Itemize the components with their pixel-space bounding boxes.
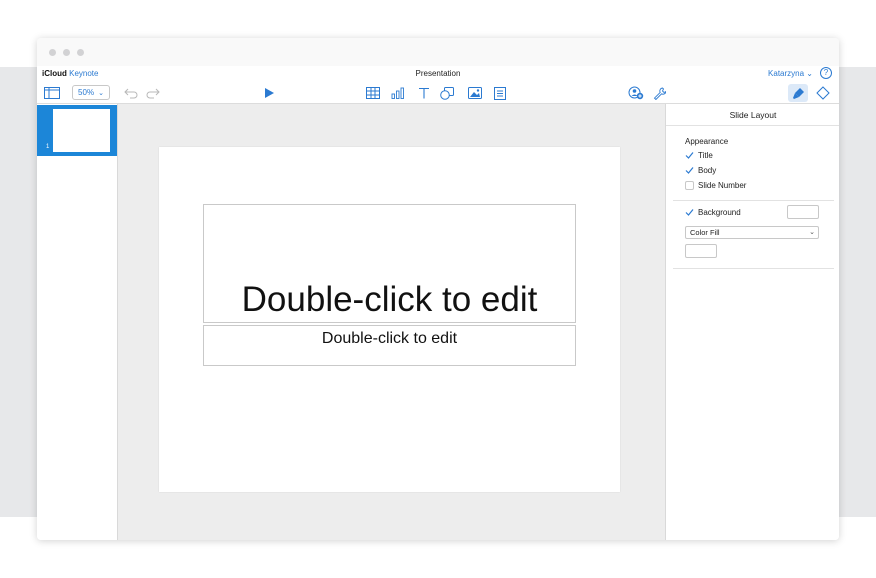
title-option-label: Title	[698, 151, 713, 160]
title-option[interactable]: Title	[685, 151, 713, 160]
redo-icon	[146, 88, 160, 99]
window-controls	[49, 49, 84, 56]
chevron-down-icon: ⌄	[98, 89, 104, 97]
chevron-down-icon: ⌄	[806, 69, 813, 78]
animate-button[interactable]	[814, 85, 832, 101]
toolbar: 50% ⌄	[37, 82, 839, 104]
format-button[interactable]	[788, 84, 808, 102]
media-icon	[468, 87, 482, 99]
checkmark-icon	[685, 152, 694, 159]
media-button[interactable]	[467, 85, 483, 101]
window-titlebar	[37, 38, 839, 66]
zoom-value: 50%	[78, 88, 95, 97]
section-divider	[673, 200, 834, 201]
background-option[interactable]: Background	[685, 208, 741, 217]
close-window-button[interactable]	[49, 49, 56, 56]
section-divider	[673, 268, 834, 269]
shape-icon	[440, 86, 454, 100]
app-menubar: iCloud Keynote Presentation Katarzyna ⌄ …	[37, 66, 839, 82]
title-checkbox[interactable]	[685, 151, 694, 160]
undo-button[interactable]	[123, 85, 139, 101]
user-menu[interactable]: Katarzyna ⌄	[768, 69, 813, 78]
redo-button[interactable]	[145, 85, 161, 101]
fill-type-value: Color Fill	[690, 228, 720, 237]
user-name: Katarzyna	[768, 69, 805, 78]
paintbrush-icon	[792, 87, 804, 99]
checkmark-icon	[685, 167, 694, 174]
comment-icon	[494, 86, 506, 100]
view-icon	[44, 87, 60, 99]
format-sidebar: Slide Layout Appearance Title Body Slide…	[665, 104, 839, 540]
title-placeholder[interactable]: Double-click to edit	[203, 204, 576, 323]
settings-button[interactable]	[651, 85, 667, 101]
undo-icon	[124, 88, 138, 99]
body-placeholder[interactable]: Double-click to edit	[203, 325, 576, 366]
slide-thumbnail-1[interactable]: 1	[37, 105, 117, 156]
view-button[interactable]	[43, 85, 61, 101]
collaborate-icon	[628, 86, 644, 100]
text-button[interactable]	[416, 85, 432, 101]
body-checkbox[interactable]	[685, 166, 694, 175]
body-option[interactable]: Body	[685, 166, 716, 175]
chevron-down-icon: ⌄	[809, 229, 815, 236]
slide-thumbnail-preview	[53, 109, 110, 152]
comment-button[interactable]	[492, 85, 508, 101]
help-button[interactable]: ?	[820, 67, 832, 79]
slide-number-checkbox[interactable]	[685, 181, 694, 190]
background-color-swatch[interactable]	[787, 205, 819, 219]
wrench-icon	[653, 87, 666, 100]
slide-number-option-label: Slide Number	[698, 181, 747, 190]
collaborate-button[interactable]	[627, 85, 645, 101]
browser-window: iCloud Keynote Presentation Katarzyna ⌄ …	[37, 38, 839, 540]
slide-number: 1	[46, 144, 50, 150]
document-title[interactable]: Presentation	[37, 69, 839, 78]
fill-type-select[interactable]: Color Fill ⌄	[685, 226, 819, 239]
background-checkbox[interactable]	[685, 208, 694, 217]
background-option-label: Background	[698, 208, 741, 217]
panel-title: Slide Layout	[666, 104, 839, 126]
diamond-icon	[816, 86, 830, 100]
text-icon	[419, 87, 429, 99]
minimize-window-button[interactable]	[63, 49, 70, 56]
body-option-label: Body	[698, 166, 717, 175]
slide-number-option[interactable]: Slide Number	[685, 181, 746, 190]
slide[interactable]: Double-click to edit Double-click to edi…	[159, 147, 620, 492]
zoom-select[interactable]: 50% ⌄	[72, 85, 110, 100]
play-button[interactable]	[261, 85, 277, 101]
chart-icon	[391, 87, 404, 99]
appearance-label: Appearance	[685, 137, 729, 146]
fill-color-well[interactable]	[685, 244, 717, 258]
table-icon	[366, 87, 380, 99]
checkmark-icon	[685, 209, 694, 216]
play-icon	[265, 88, 274, 98]
chart-button[interactable]	[390, 85, 406, 101]
maximize-window-button[interactable]	[77, 49, 84, 56]
slide-canvas: Double-click to edit Double-click to edi…	[118, 104, 665, 540]
table-button[interactable]	[365, 85, 381, 101]
slide-navigator: 1	[37, 104, 118, 540]
shape-button[interactable]	[439, 85, 455, 101]
